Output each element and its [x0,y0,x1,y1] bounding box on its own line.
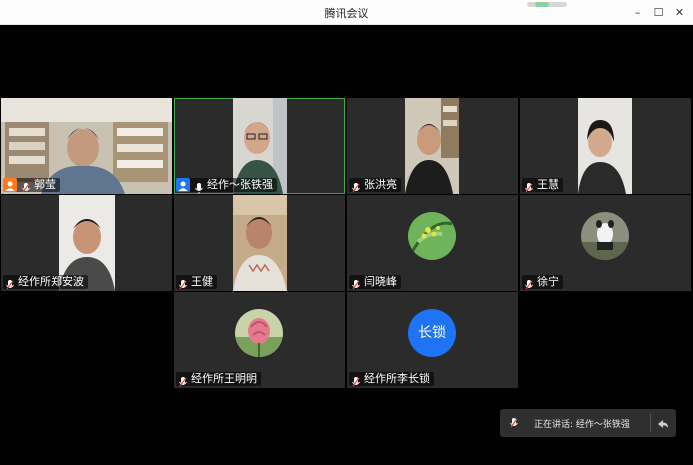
participant-label: 经作所李长锁 [349,372,434,387]
window-title: 腾讯会议 [324,7,369,20]
participant-avatar: 长锁 [408,309,456,357]
speaking-indicator: 正在讲话: 经作～张铁强 [500,409,676,437]
microphone-icon [350,179,362,193]
microphone-icon [350,276,362,290]
participant-label: 张洪亮 [349,178,401,193]
video-tile-zhenganbo[interactable]: 经作所郑安波 [1,195,172,291]
participant-name: 经作所郑安波 [18,275,84,288]
maximize-button[interactable]: ☐ [652,6,665,19]
video-tile-guoying[interactable]: 郭莹 [1,98,172,194]
video-tile-zhangtieqiang[interactable]: 经作～张铁强 [174,98,345,194]
microphone-icon [20,179,32,193]
participant-label: 王慧 [522,178,563,193]
participant-avatar [408,212,456,260]
divider [650,414,651,432]
host-icon [176,178,190,192]
host-icon [3,178,17,192]
avatar-tile-wangmingming[interactable]: 经作所王明明 [174,292,345,388]
participant-label: 闫晓峰 [349,275,401,290]
participant-label: 郭莹 [3,178,60,193]
participant-name: 闫晓峰 [364,275,397,288]
title-bar: 腾讯会议 – ☐ ✕ [0,0,693,25]
participant-name: 经作所李长锁 [364,372,430,385]
participant-name: 徐宁 [537,275,559,288]
video-tile-wangjian[interactable]: 王健 [174,195,345,291]
participant-label: 经作～张铁强 [176,178,277,194]
video-tile-wanghui[interactable]: 王慧 [520,98,691,194]
close-button[interactable]: ✕ [673,6,686,19]
microphone-icon [193,179,205,194]
participant-label: 徐宁 [522,275,563,290]
participant-label: 经作所王明明 [176,372,261,387]
participant-name: 王慧 [537,178,559,191]
avatar-tile-lichangsuo[interactable]: 长锁 经作所李长锁 [347,292,518,388]
avatar-tile-xuning[interactable]: 徐宁 [520,195,691,291]
microphone-icon [350,373,362,387]
participant-video [578,98,632,194]
microphone-icon [523,276,535,290]
microphone-icon [4,276,16,290]
participant-label: 经作所郑安波 [3,275,88,290]
participant-name: 经作～张铁强 [207,178,273,191]
participant-name: 经作所王明明 [191,372,257,385]
avatar-tile-yanxiaofeng[interactable]: 闫晓峰 [347,195,518,291]
meeting-window: 腾讯会议 – ☐ ✕ 郭莹 经作～张铁强 张洪亮 王慧 经作所郑安波 王健 闫晓… [0,0,693,465]
participant-video [405,98,459,194]
video-tile-zhanghongliang[interactable]: 张洪亮 [347,98,518,194]
participant-name: 王健 [191,275,213,288]
participant-label: 王健 [176,275,217,290]
minimize-button[interactable]: – [631,6,644,19]
participant-avatar [581,212,629,260]
microphone-icon [523,179,535,193]
participant-name: 郭莹 [34,178,56,191]
participant-name: 张洪亮 [364,178,397,191]
microphone-icon [177,373,189,387]
participant-avatar [235,309,283,357]
speaking-text: 正在讲话: 经作～张铁强 [534,419,630,430]
microphone-icon [177,276,189,290]
speaker-icon [508,414,520,433]
collapse-icon[interactable] [656,416,670,435]
participant-video [233,195,287,291]
